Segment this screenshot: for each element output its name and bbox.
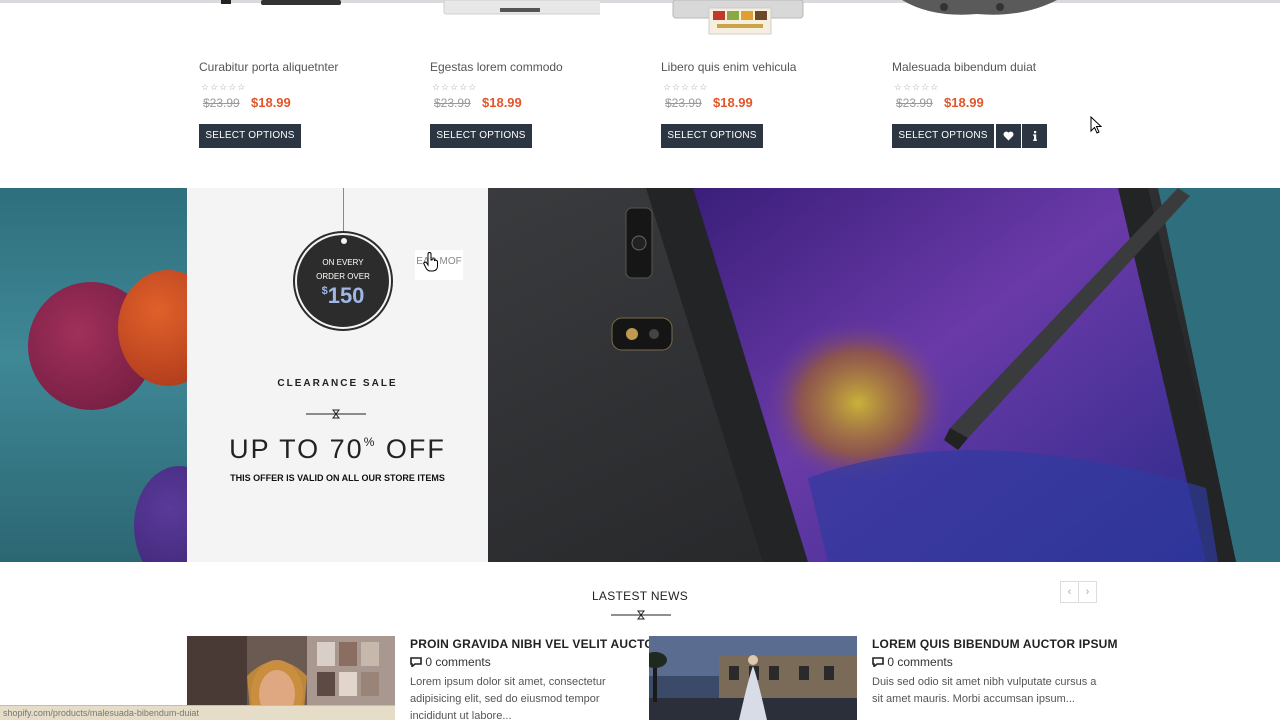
sale-price: $18.99 <box>944 95 984 110</box>
product-image[interactable] <box>892 0 1062 36</box>
comment-icon <box>410 657 422 669</box>
old-price: $23.99 <box>665 96 702 110</box>
hourglass-divider-icon <box>306 409 366 419</box>
news-excerpt: Lorem ipsum dolor sit amet, consectetur … <box>410 676 606 722</box>
select-options-button[interactable]: SELECT OPTIONS <box>661 124 763 148</box>
price-tag: ON EVERY ORDER OVER $150 <box>295 233 391 329</box>
tag-line-1: ON EVERY <box>322 258 364 267</box>
wishlist-button[interactable] <box>996 124 1021 148</box>
news-prev-button[interactable]: ‹ <box>1060 581 1079 603</box>
news-title[interactable]: PROIN GRAVIDA NIBH VEL VELIT AUCTOR <box>410 637 663 651</box>
product-image[interactable] <box>199 0 369 36</box>
product-image[interactable] <box>661 0 831 36</box>
tag-string <box>343 188 344 236</box>
select-options-button[interactable]: SELECT OPTIONS <box>892 124 994 148</box>
mouse-cursor-icon <box>1090 116 1102 134</box>
news-section-title: LASTEST NEWS <box>591 589 689 603</box>
percent-sign: % <box>363 435 377 449</box>
comments-count: 0 comments <box>887 655 953 669</box>
news-comments[interactable]: 0 comments <box>410 655 491 669</box>
rating-stars: ☆☆☆☆☆ <box>894 82 940 92</box>
sale-price: $18.99 <box>482 95 522 110</box>
product-image[interactable] <box>430 0 600 36</box>
hand-cursor-icon <box>423 252 438 272</box>
promo-banner[interactable]: ON EVERY ORDER OVER $150 EAD MOF CLEARAN… <box>0 188 1280 562</box>
old-price: $23.99 <box>203 96 240 110</box>
old-price: $23.99 <box>434 96 471 110</box>
tag-price: $150 <box>297 283 389 309</box>
offer-valid-text: THIS OFFER IS VALID ON ALL OUR STORE ITE… <box>230 473 445 483</box>
news-image[interactable] <box>649 636 857 720</box>
product-name[interactable]: Egestas lorem commodo <box>430 60 563 74</box>
discount-suffix: OFF <box>376 434 446 464</box>
rating-stars: ☆☆☆☆☆ <box>432 82 478 92</box>
product-name[interactable]: Libero quis enim vehicula <box>661 60 796 74</box>
tag-line-2: ORDER OVER <box>316 272 370 281</box>
top-divider <box>0 0 1280 3</box>
browser-status-url: shopify.com/products/malesuada-bibendum-… <box>0 705 395 720</box>
rating-stars: ☆☆☆☆☆ <box>663 82 709 92</box>
info-button[interactable] <box>1022 124 1047 148</box>
info-icon <box>1032 131 1037 141</box>
product-name[interactable]: Curabitur porta aliquetnter <box>199 60 338 74</box>
phone-image <box>488 188 1280 562</box>
sale-price: $18.99 <box>713 95 753 110</box>
rating-stars: ☆☆☆☆☆ <box>201 82 247 92</box>
discount-headline: UP TO 70% OFF <box>187 434 488 465</box>
hourglass-divider-icon <box>611 610 671 620</box>
select-options-button[interactable]: SELECT OPTIONS <box>199 124 301 148</box>
comments-count: 0 comments <box>425 655 491 669</box>
news-title[interactable]: LOREM QUIS BIBENDUM AUCTOR IPSUM <box>872 637 1118 651</box>
tag-hole <box>341 238 347 244</box>
heart-icon <box>1003 131 1014 141</box>
tag-amount: 150 <box>327 283 365 308</box>
sale-price: $18.99 <box>251 95 291 110</box>
comment-icon <box>872 657 884 669</box>
news-excerpt: Duis sed odio sit amet nibh vulputate cu… <box>872 676 1097 705</box>
product-name[interactable]: Malesuada bibendum duiat <box>892 60 1036 74</box>
news-comments[interactable]: 0 comments <box>872 655 953 669</box>
news-next-button[interactable]: › <box>1078 581 1097 603</box>
old-price: $23.99 <box>896 96 933 110</box>
clearance-title: CLEARANCE SALE <box>277 378 398 389</box>
discount-text: UP TO 70 <box>229 434 364 464</box>
select-options-button[interactable]: SELECT OPTIONS <box>430 124 532 148</box>
clearance-panel: ON EVERY ORDER OVER $150 EAD MOF CLEARAN… <box>187 188 488 562</box>
